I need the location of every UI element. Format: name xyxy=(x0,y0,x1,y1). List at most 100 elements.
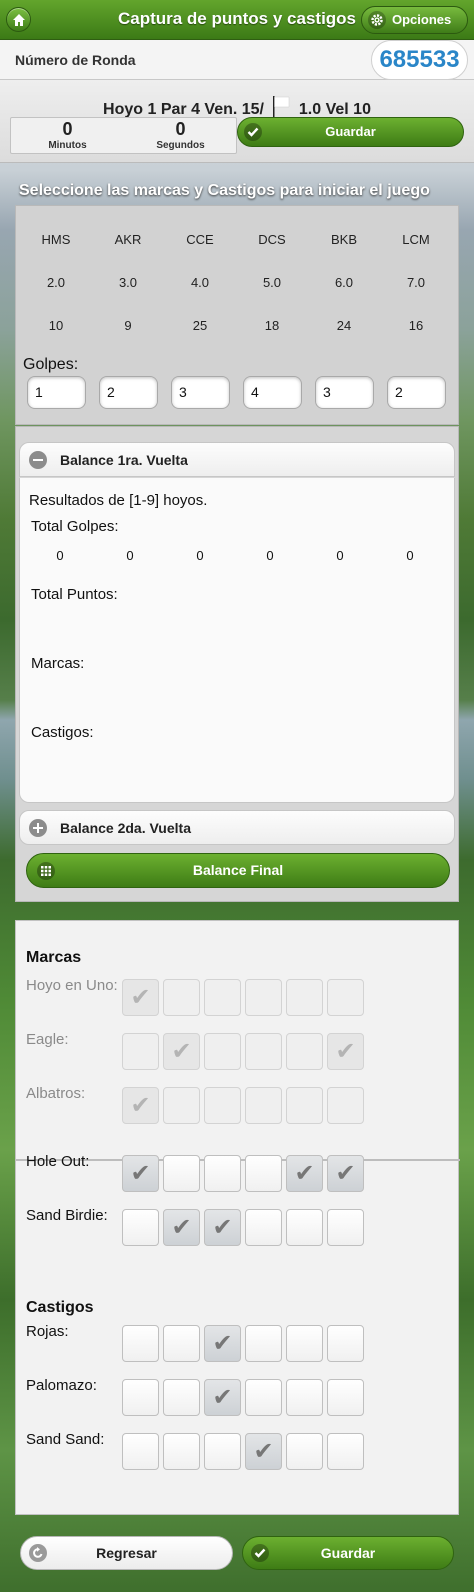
total-golpes-label: Total Golpes: xyxy=(31,518,119,535)
golpes-input[interactable]: 2 xyxy=(99,376,158,409)
player-handicap: 3.0 xyxy=(118,275,138,290)
player-handicap: 4.0 xyxy=(190,275,210,290)
balance-final-label: Balance Final xyxy=(192,862,284,878)
checkmark-icon: ✔ xyxy=(171,1038,192,1065)
player-handicap: 7.0 xyxy=(406,275,426,290)
back-button[interactable]: Regresar xyxy=(20,1536,233,1570)
castigos-checkbox[interactable] xyxy=(163,1379,200,1416)
marcas-checkbox[interactable]: ✔ xyxy=(286,1155,323,1192)
marcas-title: Marcas xyxy=(26,949,82,966)
balance-panel: Balance 1ra. Vuelta Resultados de [1-9] … xyxy=(15,426,459,902)
castigos-checkbox[interactable] xyxy=(163,1433,200,1470)
marcas-checkbox[interactable] xyxy=(327,1209,364,1246)
marcas-checkbox[interactable]: ✔ xyxy=(204,1209,241,1246)
marcas-checkbox[interactable] xyxy=(245,1155,282,1192)
balance-final-button[interactable]: Balance Final xyxy=(26,853,450,888)
castigos-checkbox[interactable] xyxy=(204,1433,241,1470)
flag-icon xyxy=(272,96,290,118)
minutes-value: 0 xyxy=(62,119,73,139)
marcas-checkbox xyxy=(286,979,323,1016)
checkmark-icon: ✔ xyxy=(212,1214,233,1241)
total-golpes-value: 0 xyxy=(196,548,204,563)
castigos-row-label: Sand Sand: xyxy=(26,1431,105,1448)
player-value: 24 xyxy=(336,318,352,333)
marcas-checkbox: ✔ xyxy=(122,979,159,1016)
marcas-checkbox xyxy=(286,1087,323,1124)
castigos-checkbox[interactable] xyxy=(327,1379,364,1416)
grid-icon xyxy=(37,862,55,880)
golpes-input[interactable]: 4 xyxy=(243,376,302,409)
home-icon xyxy=(13,14,25,26)
back-icon xyxy=(29,1544,47,1562)
marcas-row-label: Eagle: xyxy=(26,1031,69,1048)
home-button[interactable] xyxy=(6,7,31,32)
player-name: AKR xyxy=(114,232,142,247)
save-button-bottom[interactable]: Guardar xyxy=(242,1536,454,1570)
save-button-top[interactable]: Guardar xyxy=(237,117,464,147)
marcas-row-label: Hoyo en Uno: xyxy=(26,977,118,994)
marcas-checkbox xyxy=(204,1087,241,1124)
castigos-title: Castigos xyxy=(26,1299,94,1316)
options-label: Opciones xyxy=(392,12,452,27)
marcas-row-label: Albatros: xyxy=(26,1085,86,1102)
options-button[interactable]: Opciones xyxy=(361,6,468,34)
golpes-input[interactable]: 3 xyxy=(171,376,230,409)
checkmark-icon: ✔ xyxy=(335,1038,356,1065)
balance2-header[interactable]: Balance 2da. Vuelta xyxy=(19,810,455,845)
player-value: 16 xyxy=(408,318,424,333)
marcas-checkbox xyxy=(286,1033,323,1070)
balance1-header[interactable]: Balance 1ra. Vuelta xyxy=(19,442,455,477)
marcas-checkbox[interactable] xyxy=(163,1155,200,1192)
golpes-input[interactable]: 3 xyxy=(315,376,374,409)
checkmark-icon: ✔ xyxy=(335,1160,356,1187)
player-name: DCS xyxy=(258,232,286,247)
round-number-bar: Número de Ronda 685533 xyxy=(0,40,474,80)
player-value: 25 xyxy=(192,318,208,333)
total-puntos-label: Total Puntos: xyxy=(31,586,118,603)
player-value: 18 xyxy=(264,318,280,333)
castigos-checkbox[interactable] xyxy=(245,1379,282,1416)
hole-info-text: Hoyo 1 Par 4 Ven. 15/ 1.0 Vel 10 xyxy=(0,96,474,119)
marcas-checkbox: ✔ xyxy=(327,1033,364,1070)
balance1-title: Balance 1ra. Vuelta xyxy=(60,452,188,468)
marcas-checkbox xyxy=(204,1033,241,1070)
player-value: 9 xyxy=(124,318,132,333)
castigos-checkbox[interactable] xyxy=(286,1325,323,1362)
timer: 0 Minutos 0 Segundos xyxy=(10,117,237,154)
castigos-checkbox[interactable] xyxy=(245,1325,282,1362)
marcas-checkbox xyxy=(163,1087,200,1124)
marcas-checkbox[interactable]: ✔ xyxy=(122,1155,159,1192)
castigos-checkbox[interactable]: ✔ xyxy=(245,1433,282,1470)
castigos-checkbox[interactable] xyxy=(286,1379,323,1416)
player-name: CCE xyxy=(186,232,214,247)
castigos-checkbox[interactable] xyxy=(122,1433,159,1470)
total-golpes-value: 0 xyxy=(266,548,274,563)
marcas-checkbox[interactable] xyxy=(204,1155,241,1192)
castigos-checkbox[interactable]: ✔ xyxy=(204,1325,241,1362)
seconds-value: 0 xyxy=(175,119,186,139)
marcas-checkbox[interactable] xyxy=(286,1209,323,1246)
castigos-checkbox[interactable]: ✔ xyxy=(204,1379,241,1416)
players-panel: HMS AKR CCE DCS BKB LCM 2.0 3.0 4.0 5.0 … xyxy=(15,205,459,425)
total-golpes-value: 0 xyxy=(126,548,134,563)
golpes-input[interactable]: 1 xyxy=(27,376,86,409)
save-label-top: Guardar xyxy=(325,124,376,139)
balance1-results-text: Resultados de [1-9] hoyos. xyxy=(29,492,208,509)
marcas-checkbox[interactable] xyxy=(245,1209,282,1246)
castigos-checkbox[interactable] xyxy=(327,1433,364,1470)
checkmark-icon: ✔ xyxy=(130,1160,151,1187)
marcas-checkbox xyxy=(163,979,200,1016)
castigos-checkbox[interactable] xyxy=(286,1433,323,1470)
castigos-checkbox[interactable] xyxy=(122,1379,159,1416)
marcas-checkbox xyxy=(245,1033,282,1070)
castigos-checkbox[interactable] xyxy=(327,1325,364,1362)
castigos-checkbox[interactable] xyxy=(163,1325,200,1362)
marcas-checkbox[interactable] xyxy=(122,1209,159,1246)
marks-penalties-panel: Marcas Castigos Hoyo en Uno: ✔ Eagle: ✔ ✔ Alb… xyxy=(15,920,460,1515)
marcas-checkbox xyxy=(122,1033,159,1070)
marcas-checkbox[interactable]: ✔ xyxy=(327,1155,364,1192)
golpes-input[interactable]: 2 xyxy=(387,376,446,409)
marcas-checkbox[interactable]: ✔ xyxy=(163,1209,200,1246)
player-values-row: 10 9 25 18 24 16 xyxy=(16,318,460,336)
castigos-checkbox[interactable] xyxy=(122,1325,159,1362)
